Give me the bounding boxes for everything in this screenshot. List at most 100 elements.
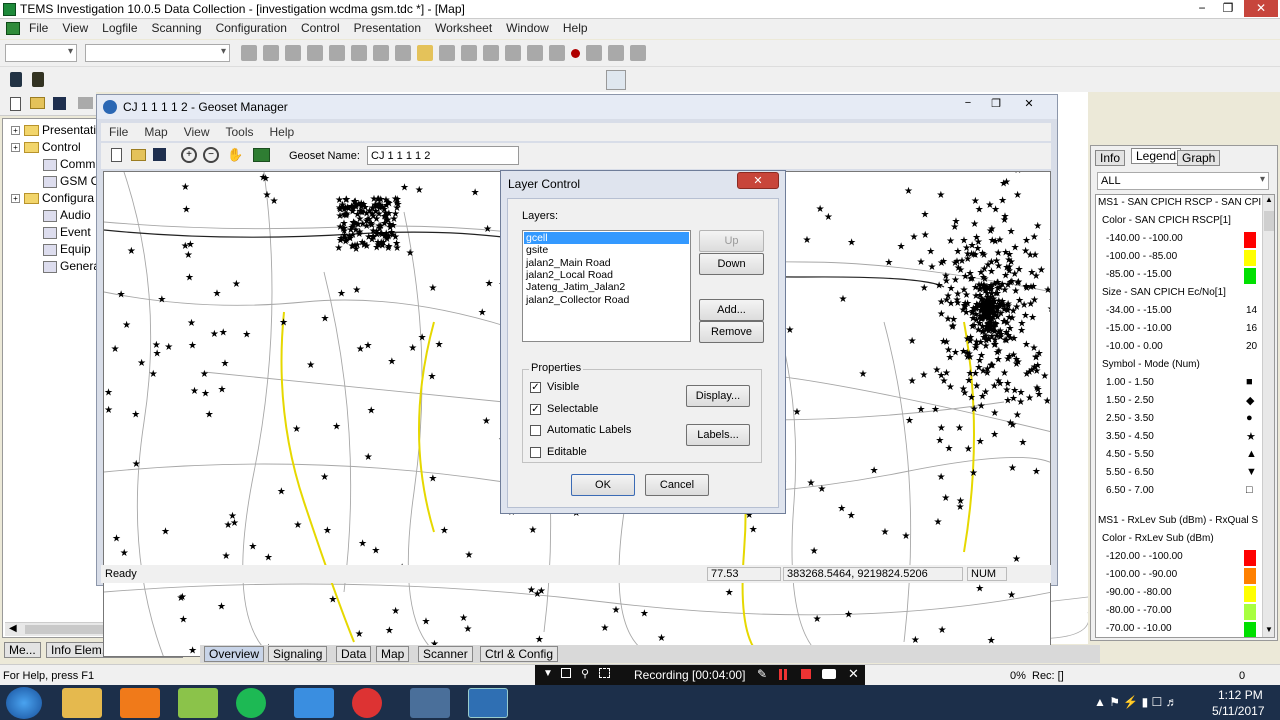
property-checkbox[interactable]: ✓ (530, 382, 541, 393)
property-checkbox[interactable]: ✓ (530, 403, 541, 415)
tree-item[interactable]: Comm (43, 157, 95, 174)
connect-icon[interactable] (241, 45, 257, 61)
layer-item[interactable]: gsite (524, 244, 689, 256)
geoset-save-icon[interactable] (153, 148, 166, 161)
info-icon[interactable] (549, 45, 565, 61)
zoom-out-icon[interactable]: − (203, 147, 219, 163)
drive-icon[interactable] (294, 688, 334, 718)
open-icon[interactable] (30, 97, 45, 109)
expand-icon[interactable]: + (11, 126, 20, 136)
tree-item[interactable]: + Control (11, 140, 81, 157)
camera-icon[interactable] (822, 669, 836, 679)
play-icon[interactable] (461, 45, 477, 61)
layers-listbox[interactable]: gcell gsite jalan2_Main Road jalan2_Local R… (522, 230, 691, 342)
property-checkbox[interactable] (530, 446, 541, 458)
legend-tab[interactable]: Graph (1177, 150, 1221, 166)
worksheet-tab[interactable]: Ctrl & Config (480, 646, 559, 662)
tree-item[interactable]: Genera (43, 259, 100, 276)
menu-worksheet[interactable]: Worksheet (428, 19, 499, 35)
layer-control-close-button[interactable]: ✕ (737, 172, 779, 189)
menu-scanning[interactable]: Scanning (145, 19, 209, 35)
layer-item[interactable]: gcell (524, 232, 689, 244)
binoculars2-icon[interactable] (395, 45, 411, 61)
menu-presentation[interactable]: Presentation (347, 19, 428, 35)
nav-tab[interactable]: Me... (4, 642, 41, 658)
geoset-menu-view[interactable]: View (176, 123, 218, 139)
new-icon[interactable] (10, 97, 21, 111)
layer-item[interactable]: Jateng_Jatim_Jalan2 (524, 281, 689, 293)
tree-item[interactable]: + Configura (11, 191, 94, 208)
open-folder-icon[interactable] (417, 45, 433, 61)
geoset-menu-tools[interactable]: Tools (217, 123, 261, 139)
browser-icon[interactable] (120, 688, 160, 718)
binoculars-icon[interactable] (373, 45, 389, 61)
geoset-close-button[interactable]: ✕ (1015, 97, 1043, 113)
menu-file[interactable]: File (22, 19, 55, 35)
pause-icon[interactable] (608, 45, 624, 61)
start-button[interactable] (6, 687, 42, 719)
map-tool-icon[interactable] (606, 70, 626, 90)
layer-item[interactable]: jalan2_Main Road (524, 257, 689, 269)
tree-item[interactable]: GSM C (43, 174, 99, 191)
geoset-open-icon[interactable] (131, 149, 146, 161)
legend-tab[interactable]: Legend (1131, 148, 1182, 164)
chrome-icon[interactable] (352, 688, 382, 718)
pan-hand-icon[interactable]: ✋ (227, 147, 243, 163)
tree-item[interactable]: + Presentati (11, 123, 96, 140)
window-icon[interactable] (561, 668, 571, 678)
expand-icon[interactable]: + (11, 194, 20, 204)
tems-task-icon[interactable] (410, 688, 450, 718)
cancel-button[interactable]: Cancel (645, 474, 709, 496)
config-icon[interactable] (351, 45, 367, 61)
legend-scrollbar[interactable]: ▲ ▼ (1262, 195, 1274, 637)
script-icon[interactable] (307, 45, 323, 61)
geoset-name-field[interactable]: CJ 1 1 1 1 2 (367, 146, 519, 165)
remove-button[interactable]: Remove (699, 321, 764, 343)
stop-recording-icon[interactable] (801, 669, 811, 679)
close-button[interactable]: ✕ (1244, 0, 1278, 17)
geoset-restore-button[interactable]: ❐ (985, 97, 1007, 113)
export-icon[interactable] (586, 45, 602, 61)
ok-button[interactable]: OK (571, 474, 635, 496)
layer-item[interactable]: jalan2_Collector Road (524, 294, 689, 306)
wrench-icon[interactable] (527, 45, 543, 61)
zoom-icon[interactable]: ⚲ (581, 667, 589, 680)
worksheet-tab[interactable]: Overview (204, 646, 265, 662)
worksheet-tab[interactable]: Map (376, 646, 410, 662)
step-icon[interactable] (483, 45, 499, 61)
display-button[interactable]: Display... (686, 385, 750, 407)
close-recording-icon[interactable]: ✕ (848, 666, 859, 682)
legend-filter-combo[interactable]: ALL (1097, 172, 1269, 190)
menu-window[interactable]: Window (499, 19, 556, 35)
menu-configuration[interactable]: Configuration (209, 19, 294, 35)
port-combo[interactable] (85, 44, 230, 62)
geoset-new-icon[interactable] (111, 148, 122, 162)
fast-forward-icon[interactable] (505, 45, 521, 61)
property-checkbox[interactable] (530, 425, 541, 436)
zoom-in-icon[interactable]: + (181, 147, 197, 163)
restore-button[interactable]: ❐ (1214, 0, 1242, 17)
phone-icon[interactable] (10, 72, 22, 87)
tree-item[interactable]: Audio (43, 208, 91, 225)
equipment-combo[interactable] (5, 44, 77, 62)
pen-icon[interactable]: ✎ (757, 667, 767, 681)
layer-control-icon[interactable] (253, 148, 270, 162)
menu-control[interactable]: Control (294, 19, 347, 35)
app-green-icon[interactable] (178, 688, 218, 718)
down-button[interactable]: Down (699, 253, 764, 275)
geoset-menu-help[interactable]: Help (262, 123, 303, 139)
stop-icon[interactable] (630, 45, 646, 61)
tree-item[interactable]: Event (43, 225, 91, 242)
labels-button[interactable]: Labels... (686, 424, 750, 446)
worksheet-tab[interactable]: Data (336, 646, 372, 662)
record-icon[interactable] (571, 48, 580, 58)
expand-icon[interactable]: + (11, 143, 20, 153)
menu-view[interactable]: View (55, 19, 95, 35)
add-button[interactable]: Add... (699, 299, 764, 321)
layer-item[interactable]: jalan2_Local Road (524, 269, 689, 281)
geoset-menu-map[interactable]: Map (136, 123, 175, 139)
doc-icon[interactable] (285, 45, 301, 61)
disconnect-icon[interactable] (263, 45, 279, 61)
minimize-button[interactable]: − (1188, 0, 1216, 17)
up-button[interactable]: Up (699, 230, 764, 252)
